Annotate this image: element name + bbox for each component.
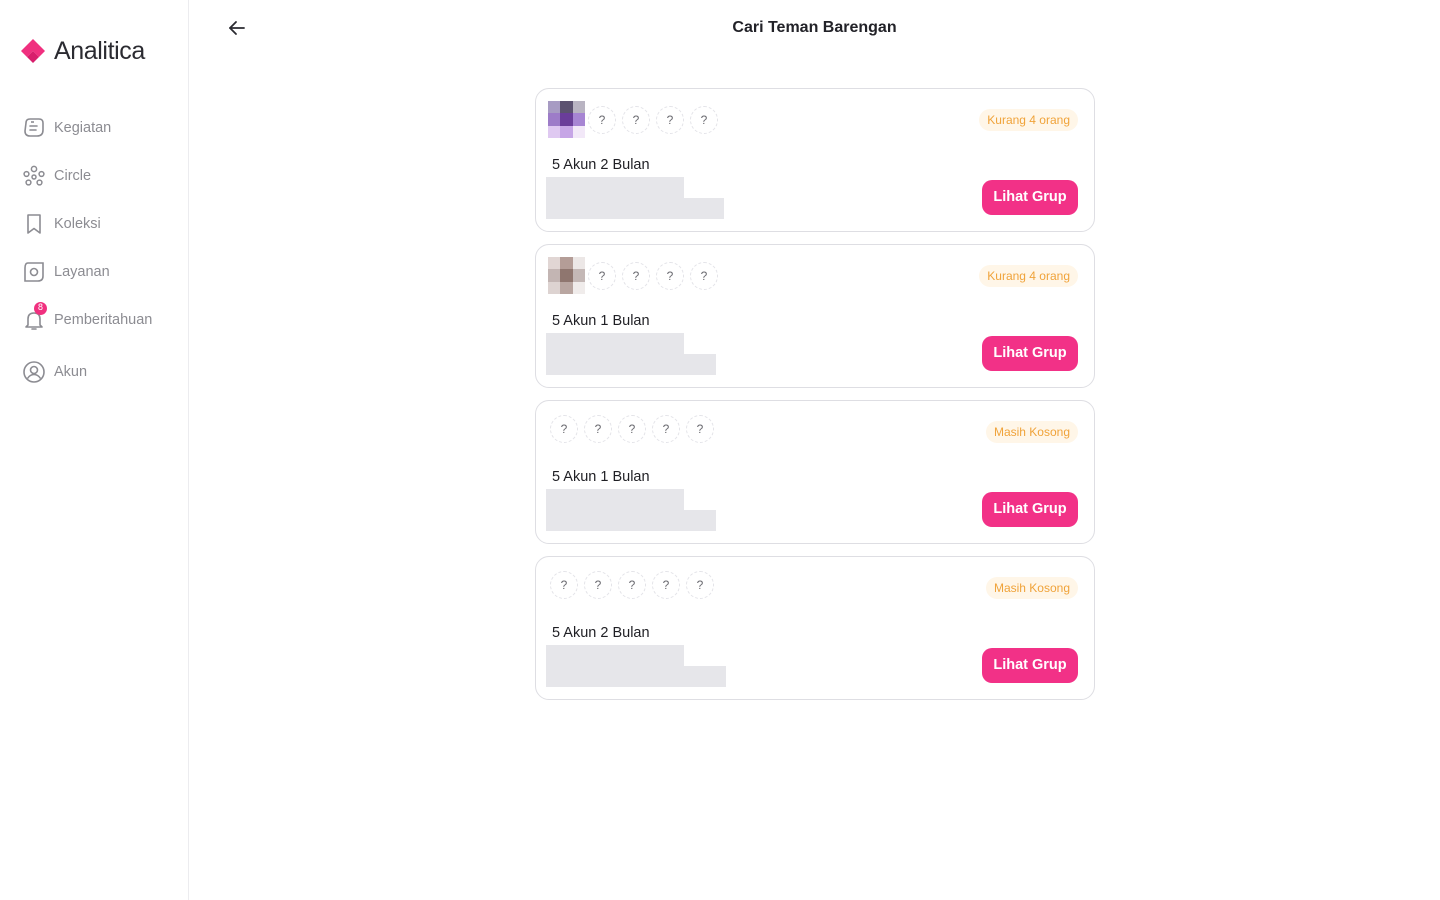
empty-slot: ? <box>618 415 646 443</box>
empty-slot: ? <box>652 415 680 443</box>
empty-slot: ? <box>656 261 684 290</box>
user-icon <box>22 360 46 384</box>
member-slots: ? ? ? ? <box>548 257 721 294</box>
empty-slot: ? <box>618 571 646 599</box>
empty-slot: ? <box>550 571 578 599</box>
service-icon <box>22 260 46 284</box>
placeholder-bar <box>546 510 716 531</box>
member-slots: ? ? ? ? ? <box>548 413 717 445</box>
empty-slot: ? <box>686 571 714 599</box>
empty-slot: ? <box>550 415 578 443</box>
empty-slot: ? <box>652 571 680 599</box>
plan-title: 5 Akun 2 Bulan <box>552 157 650 173</box>
member-slots: ? ? ? ? <box>548 101 721 138</box>
status-badge: Kurang 4 orang <box>979 265 1078 287</box>
sidebar-item-label: Akun <box>54 364 88 380</box>
status-badge: Masih Kosong <box>985 577 1078 599</box>
sidebar: Analitica Kegiatan Circle Koleksi Layana… <box>0 0 189 900</box>
plan-title: 5 Akun 1 Bulan <box>552 313 650 329</box>
notification-badge: 8 <box>34 302 47 315</box>
placeholder-bar <box>546 645 684 667</box>
bell-icon: 8 <box>22 302 47 332</box>
sidebar-item-label: Circle <box>54 168 92 184</box>
sidebar-item-label: Koleksi <box>54 216 101 232</box>
circle-group-icon <box>22 164 46 188</box>
sidebar-item-koleksi[interactable]: Koleksi <box>22 210 152 238</box>
sidebar-nav: Kegiatan Circle Koleksi Layanan 8 Pember… <box>22 114 152 406</box>
page-title: Cari Teman Barengan <box>732 19 897 36</box>
sidebar-item-label: Pemberitahuan <box>54 312 153 328</box>
empty-slot: ? <box>584 415 612 443</box>
plan-title: 5 Akun 1 Bulan <box>552 469 650 485</box>
brand-logo[interactable]: Analitica <box>18 36 145 66</box>
view-group-button[interactable]: Lihat Grup <box>982 180 1078 215</box>
empty-slot: ? <box>686 415 714 443</box>
placeholder-bar <box>546 489 684 511</box>
empty-slot: ? <box>588 261 616 290</box>
empty-slot: ? <box>622 261 650 290</box>
sidebar-item-circle[interactable]: Circle <box>22 162 152 190</box>
placeholder-bar <box>546 333 684 355</box>
view-group-button[interactable]: Lihat Grup <box>982 492 1078 527</box>
activity-icon <box>22 116 46 140</box>
brand-name: Analitica <box>54 37 145 65</box>
brand-mark-icon <box>21 39 45 63</box>
view-group-button[interactable]: Lihat Grup <box>982 648 1078 683</box>
sidebar-item-layanan[interactable]: Layanan <box>22 258 152 286</box>
bookmark-icon <box>22 212 46 236</box>
placeholder-bar <box>546 198 724 219</box>
group-list: ? ? ? ? Kurang 4 orang 5 Akun 2 Bulan Li… <box>535 88 1095 712</box>
sidebar-item-label: Kegiatan <box>54 120 112 136</box>
sidebar-item-akun[interactable]: Akun <box>22 358 152 386</box>
status-badge: Kurang 4 orang <box>979 109 1078 131</box>
group-card: ? ? ? ? ? Masih Kosong 5 Akun 2 Bulan Li… <box>535 556 1095 700</box>
avatar <box>548 101 585 138</box>
empty-slot: ? <box>656 105 684 134</box>
sidebar-item-kegiatan[interactable]: Kegiatan <box>22 114 152 142</box>
empty-slot: ? <box>588 105 616 134</box>
status-badge: Masih Kosong <box>985 421 1078 443</box>
empty-slot: ? <box>622 105 650 134</box>
view-group-button[interactable]: Lihat Grup <box>982 336 1078 371</box>
placeholder-bar <box>546 666 726 687</box>
sidebar-item-label: Layanan <box>54 264 110 280</box>
placeholder-bar <box>546 177 684 199</box>
avatar <box>548 257 585 294</box>
group-card: ? ? ? ? ? Masih Kosong 5 Akun 1 Bulan Li… <box>535 400 1095 544</box>
group-card: ? ? ? ? Kurang 4 orang 5 Akun 2 Bulan Li… <box>535 88 1095 232</box>
group-card: ? ? ? ? Kurang 4 orang 5 Akun 1 Bulan Li… <box>535 244 1095 388</box>
member-slots: ? ? ? ? ? <box>548 569 717 601</box>
plan-title: 5 Akun 2 Bulan <box>552 625 650 641</box>
empty-slot: ? <box>690 261 718 290</box>
empty-slot: ? <box>690 105 718 134</box>
sidebar-item-pemberitahuan[interactable]: 8 Pemberitahuan <box>22 302 153 334</box>
empty-slot: ? <box>584 571 612 599</box>
placeholder-bar <box>546 354 716 375</box>
